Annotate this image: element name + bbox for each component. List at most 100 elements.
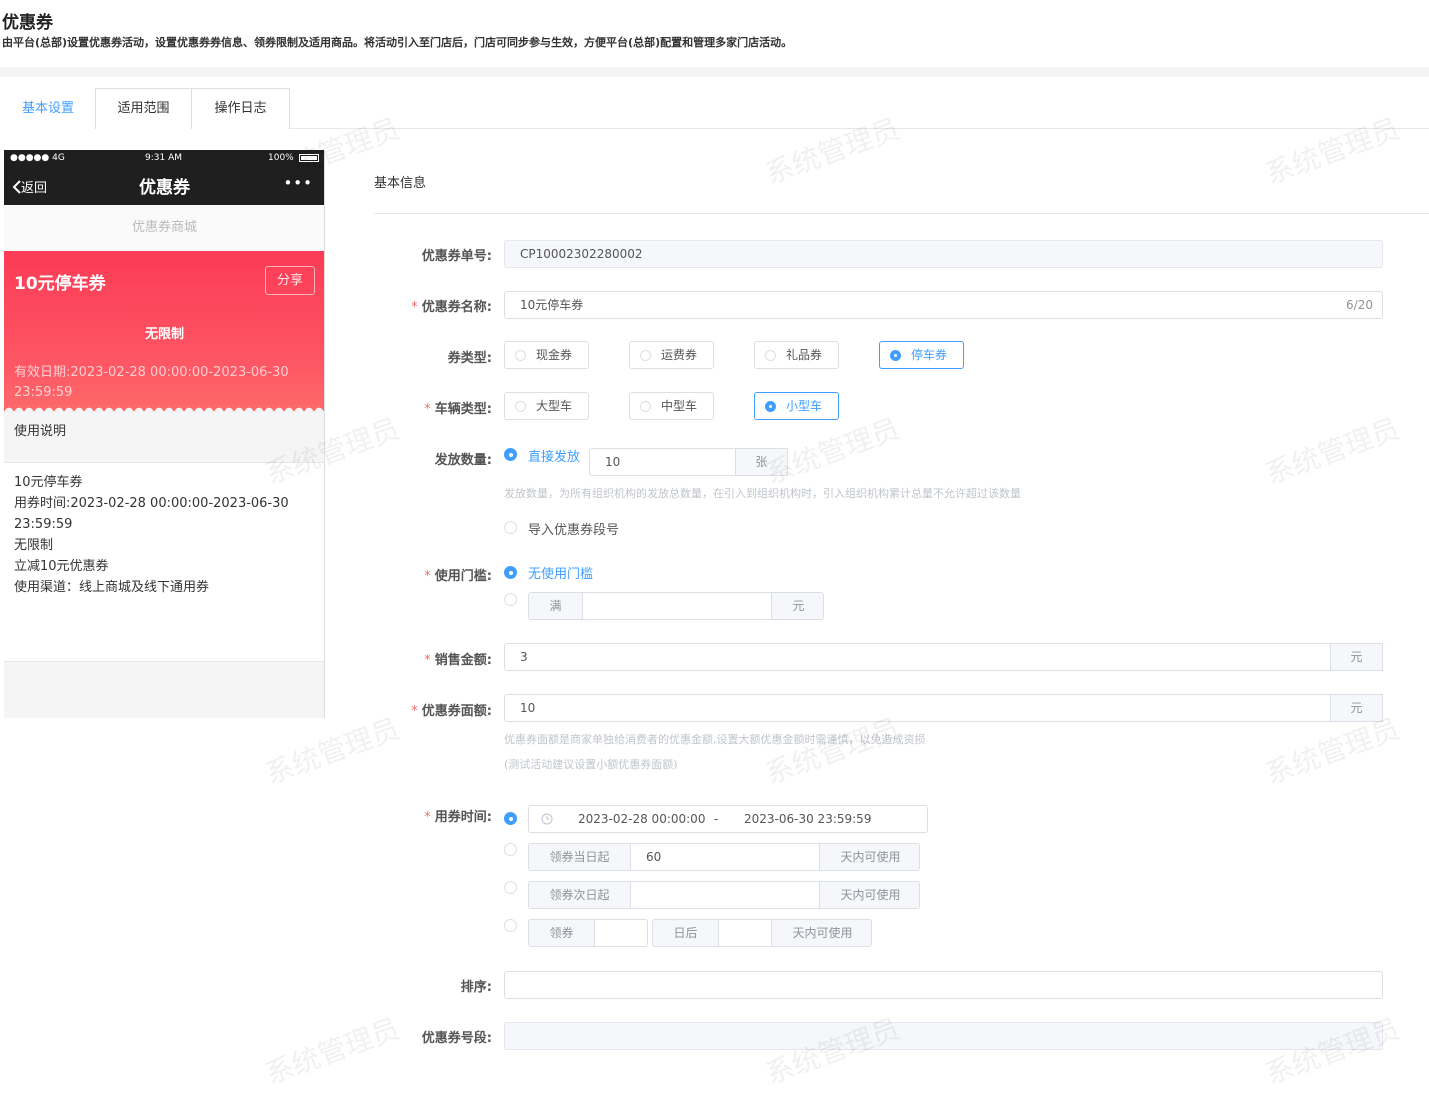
clock-icon [541, 813, 553, 825]
after-days-suffix: 天内可使用 [772, 920, 871, 946]
divider [0, 67, 1429, 77]
page-title: 优惠券 [2, 13, 53, 33]
same-day-prefix: 领券当日起 [529, 844, 630, 870]
coupon-valid-date: 有效日期:2023-02-28 00:00:00-2023-06-30 23:5… [14, 365, 289, 400]
face-value-label: * 优惠券面额: [411, 704, 492, 719]
vehicle-type-medium[interactable]: 中型车 [629, 392, 714, 420]
threshold-full-input[interactable] [583, 593, 771, 619]
face-value-unit: 元 [1330, 694, 1383, 722]
after-days-mid: 日后 [653, 920, 718, 946]
phone-preview: ●●●●● 4G 9:31 AM 100% 返回 优惠券 ••• 优惠券商城 1… [4, 150, 325, 718]
next-day-suffix: 天内可使用 [820, 882, 919, 908]
battery-icon [299, 154, 319, 162]
more-icon[interactable]: ••• [283, 174, 313, 192]
valid-days-input[interactable] [719, 920, 771, 946]
face-value-input[interactable]: 10 元 [504, 694, 1383, 722]
sort-input[interactable] [504, 971, 1383, 999]
tab-operation-log[interactable]: 操作日志 [191, 88, 290, 129]
same-day-input[interactable]: 60 [631, 844, 819, 870]
tab-basic-settings[interactable]: 基本设置 [0, 88, 96, 130]
vehicle-type-large[interactable]: 大型车 [504, 392, 589, 420]
watermark: 系统管理员 [1261, 411, 1404, 491]
coupon-type-parking[interactable]: 停车券 [879, 341, 964, 369]
coupon-card-name: 10元停车券 [14, 274, 106, 294]
usage-content: 10元停车券 用券时间:2023-02-28 00:00:00-2023-06-… [4, 463, 324, 661]
usage-line: 用券时间:2023-02-28 00:00:00-2023-06-30 23:5… [14, 496, 289, 532]
coupon-limit: 无限制 [144, 327, 184, 342]
face-value-hint: 优惠券面额是商家单独给消费者的优惠金额,设置大额优惠金额时需谨慎，以免造成资损 [504, 733, 926, 746]
use-time-after-days-radio[interactable] [504, 919, 517, 932]
use-time-label: * 用券时间: [424, 810, 492, 825]
date-range-picker[interactable]: 2023-02-28 00:00:00 - 2023-06-30 23:59:5… [528, 805, 928, 833]
date-start: 2023-02-28 00:00:00 [578, 812, 706, 826]
issue-qty-unit: 张 [735, 448, 788, 476]
coupon-type-label: 券类型: [447, 351, 492, 366]
after-days-input[interactable] [595, 920, 647, 946]
use-time-same-day-radio[interactable] [504, 843, 517, 856]
segment-label: 优惠券号段: [421, 1031, 492, 1046]
tab-bar: 基本设置 适用范围 操作日志 [0, 88, 1429, 130]
next-day-input[interactable] [631, 882, 819, 908]
coupon-type-shipping[interactable]: 运费券 [629, 341, 714, 369]
use-time-next-day-group: 领券次日起 天内可使用 [528, 881, 920, 909]
usage-line: 10元停车券 [14, 475, 83, 490]
issue-direct-radio[interactable] [504, 448, 517, 461]
char-count: 6/20 [1346, 298, 1373, 312]
threshold-full-unit: 元 [772, 593, 823, 619]
page-description: 由平台(总部)设置优惠券活动，设置优惠券券信息、领券限制及适用商品。将活动引入至… [2, 36, 793, 49]
threshold-full-group: 满 元 [528, 592, 824, 620]
use-time-valid-days-group: 日后 天内可使用 [652, 919, 872, 947]
watermark: 系统管理员 [1261, 1011, 1404, 1091]
watermark: 系统管理员 [761, 1011, 904, 1091]
battery-status: 100% [268, 153, 294, 163]
watermark: 系统管理员 [261, 1011, 404, 1091]
usage-line: 使用渠道：线上商城及线下通用券 [14, 580, 210, 595]
coupon-type-cash[interactable]: 现金券 [504, 341, 589, 369]
usage-line: 立减10元优惠券 [14, 559, 109, 574]
no-threshold-radio[interactable] [504, 566, 517, 579]
import-segment-radio[interactable] [504, 521, 517, 534]
signal-status: ●●●●● 4G [10, 153, 65, 163]
coupon-no-input[interactable]: CP10002302280002 [504, 240, 1383, 268]
sale-amount-input[interactable]: 3 元 [504, 643, 1383, 671]
import-segment-label: 导入优惠券段号 [528, 523, 620, 538]
sort-label: 排序: [460, 980, 492, 995]
issue-qty-label: 发放数量: [434, 453, 492, 468]
coupon-card: 10元停车券 分享 无限制 有效日期:2023-02-28 00:00:00-2… [4, 251, 324, 411]
issue-qty-input[interactable]: 10 张 [589, 448, 788, 476]
no-threshold-label: 无使用门槛 [528, 567, 594, 582]
phone-bottom [4, 661, 324, 718]
threshold-full-prefix: 满 [529, 593, 582, 619]
section-divider [374, 213, 1429, 214]
phone-title: 优惠券 [139, 178, 190, 198]
sale-amount-label: * 销售金额: [424, 653, 492, 668]
section-title: 基本信息 [374, 176, 427, 191]
issue-direct-label: 直接发放 [528, 450, 581, 465]
segment-input[interactable] [504, 1022, 1383, 1050]
coupon-no-label: 优惠券单号: [421, 249, 492, 264]
tab-scope[interactable]: 适用范围 [95, 88, 192, 129]
issue-qty-hint: 发放数量，为所有组织机构的发放总数量，在引入到组织机构时，引入组织机构累计总量不… [504, 487, 1021, 500]
same-day-suffix: 天内可使用 [820, 844, 919, 870]
use-time-next-day-radio[interactable] [504, 881, 517, 894]
coupon-type-gift[interactable]: 礼品券 [754, 341, 839, 369]
use-time-range-radio[interactable] [504, 812, 517, 825]
threshold-label: * 使用门槛: [424, 569, 492, 584]
sale-amount-unit: 元 [1330, 643, 1383, 671]
coupon-name-input[interactable]: 10元停车券 6/20 [504, 291, 1383, 319]
use-time-same-day-group: 领券当日起 60 天内可使用 [528, 843, 920, 871]
after-days-prefix: 领券 [529, 920, 594, 946]
vehicle-type-small[interactable]: 小型车 [754, 392, 839, 420]
share-button[interactable]: 分享 [265, 266, 315, 295]
shop-label: 优惠券商城 [4, 205, 324, 250]
threshold-full-radio[interactable] [504, 593, 517, 606]
date-separator: - [714, 812, 719, 826]
usage-line: 无限制 [14, 538, 54, 553]
phone-header: ●●●●● 4G 9:31 AM 100% 返回 优惠券 ••• [4, 150, 324, 205]
coupon-name-label: * 优惠券名称: [411, 300, 492, 315]
vehicle-type-label: * 车辆类型: [424, 402, 492, 417]
face-value-hint-test: (测试活动建议设置小额优惠券面额) [504, 758, 678, 771]
date-end: 2023-06-30 23:59:59 [744, 812, 872, 826]
phone-time: 9:31 AM [145, 153, 182, 163]
watermark: 系统管理员 [261, 711, 404, 791]
